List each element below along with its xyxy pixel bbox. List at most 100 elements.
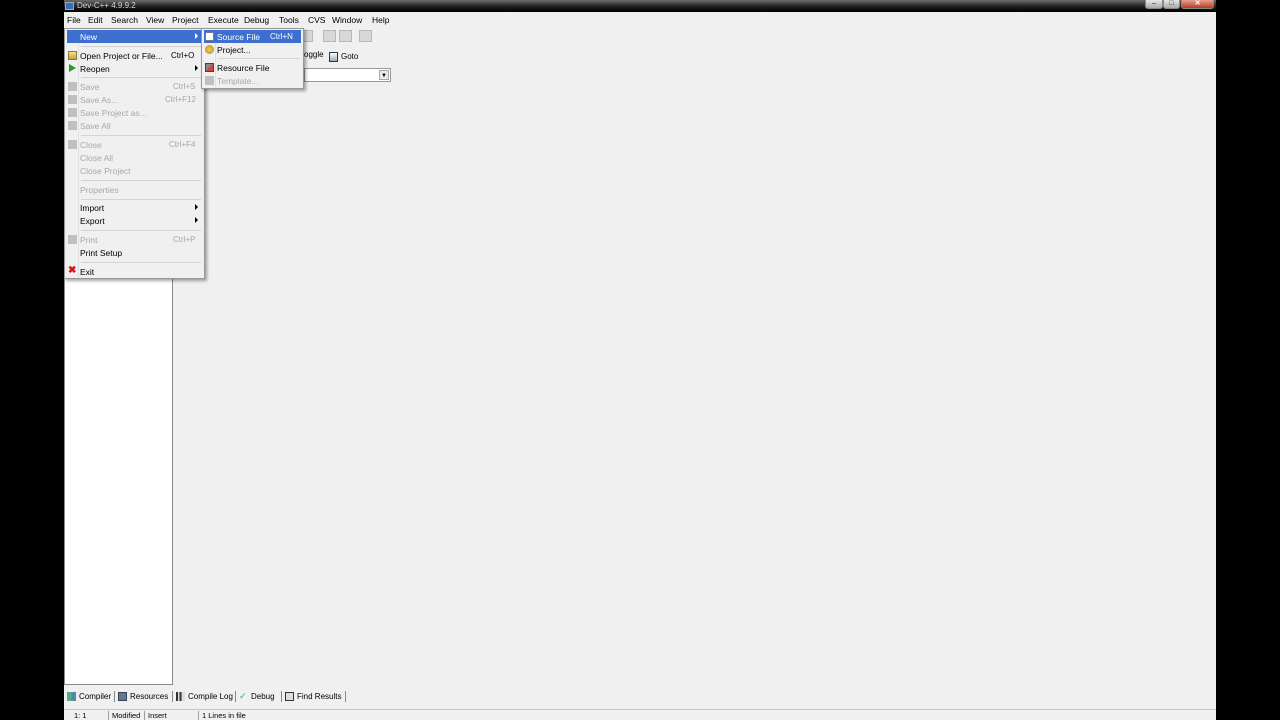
menu-item-print-setup[interactable]: Print Setup <box>67 246 202 259</box>
tab-divider <box>235 691 236 702</box>
menu-debug[interactable]: Debug <box>244 15 269 25</box>
close-button[interactable]: ✕ <box>1181 0 1214 9</box>
menu-search[interactable]: Search <box>111 15 138 25</box>
open-folder-icon <box>68 51 77 60</box>
new-submenu: Source File Ctrl+N Project... Resource F… <box>201 28 304 89</box>
menu-item-close-project[interactable]: Close Project <box>67 164 202 177</box>
menu-item-shortcut: Ctrl+F12 <box>165 95 196 104</box>
menu-edit[interactable]: Edit <box>88 15 103 25</box>
tab-find-results[interactable]: Find Results <box>285 690 341 702</box>
menu-item-shortcut: Ctrl+F4 <box>169 140 196 149</box>
menu-item-save[interactable]: Save Ctrl+S <box>67 80 202 93</box>
menu-separator <box>81 46 201 47</box>
menu-tools[interactable]: Tools <box>279 15 299 25</box>
menu-item-print[interactable]: Print Ctrl+P <box>67 233 202 246</box>
tab-debug[interactable]: ✓ Debug <box>239 690 275 702</box>
tab-compile-log-label: Compile Log <box>188 691 233 701</box>
menu-item-label: Print Setup <box>80 248 123 258</box>
menu-item-label: Save Project as... <box>80 108 147 118</box>
menu-item-template[interactable]: Template... <box>204 74 301 87</box>
menu-item-label: Close All <box>80 153 114 163</box>
save-icon <box>68 82 77 91</box>
print-icon <box>68 235 77 244</box>
menu-item-label: Export <box>80 216 105 226</box>
minimize-button[interactable]: ‒ <box>1145 0 1163 9</box>
menu-item-save-all[interactable]: Save All <box>67 119 202 132</box>
reopen-arrow-icon <box>69 64 76 72</box>
tab-compile-log[interactable]: Compile Log <box>176 690 233 702</box>
menu-item-label: Import <box>80 203 105 213</box>
menu-separator <box>81 77 201 78</box>
chevron-down-icon[interactable]: ▼ <box>379 70 389 80</box>
tab-debug-label: Debug <box>251 691 275 701</box>
save-project-icon <box>68 108 77 117</box>
menu-item-source-file[interactable]: Source File Ctrl+N <box>204 30 301 43</box>
menu-project[interactable]: Project <box>172 15 198 25</box>
app-icon <box>65 2 74 10</box>
menu-item-label: Save All <box>80 121 111 131</box>
menu-separator <box>218 58 300 59</box>
menu-item-close[interactable]: Close Ctrl+F4 <box>67 138 202 151</box>
menu-item-reopen[interactable]: Reopen <box>67 62 202 75</box>
tab-compiler-label: Compiler <box>79 691 112 701</box>
grid-icon <box>67 691 76 701</box>
menu-item-export[interactable]: Export <box>67 214 202 227</box>
menu-help[interactable]: Help <box>372 15 389 25</box>
status-divider <box>108 711 109 720</box>
menu-item-properties[interactable]: Properties <box>67 183 202 196</box>
close-file-icon <box>68 140 77 149</box>
bookmark-icon[interactable] <box>359 30 372 42</box>
title-bar[interactable]: Dev-C++ 4.9.9.2 ‒ □ ✕ <box>64 0 1216 12</box>
menu-separator <box>81 262 201 263</box>
menu-item-new[interactable]: New <box>67 30 202 43</box>
line-count: 1 Lines in file <box>202 711 246 720</box>
menu-item-shortcut: Ctrl+N <box>270 32 293 41</box>
submenu-arrow-icon <box>195 204 198 210</box>
menu-item-save-project-as[interactable]: Save Project as... <box>67 106 202 119</box>
tab-divider <box>114 691 115 702</box>
menu-item-resource-file[interactable]: Resource File <box>204 61 301 74</box>
menu-view[interactable]: View <box>146 15 164 25</box>
modified-status: Modified <box>112 711 141 720</box>
tab-divider <box>172 691 173 702</box>
menu-separator <box>81 135 201 136</box>
resources-icon <box>118 691 127 701</box>
forward-arrow-icon[interactable] <box>339 30 352 42</box>
menu-item-save-as[interactable]: Save As... Ctrl+F12 <box>67 93 202 106</box>
app-window: Dev-C++ 4.9.9.2 ‒ □ ✕ File Edit Search V… <box>64 0 1216 720</box>
menu-item-open[interactable]: Open Project or File... Ctrl+O <box>67 49 202 62</box>
menu-item-label: Reopen <box>80 64 110 74</box>
menu-item-label: Template... <box>217 76 259 86</box>
goto-button[interactable]: Goto <box>329 50 358 63</box>
menu-item-label: New <box>80 32 98 42</box>
menu-execute[interactable]: Execute <box>208 15 239 25</box>
menu-item-shortcut: Ctrl+P <box>173 235 196 244</box>
menu-file[interactable]: File <box>67 15 81 25</box>
menu-item-project[interactable]: Project... <box>204 43 301 56</box>
tab-divider <box>345 691 346 702</box>
submenu-arrow-icon <box>195 33 198 39</box>
menu-item-label: Close <box>80 140 102 150</box>
menu-cvs[interactable]: CVS <box>308 15 325 25</box>
menu-item-import[interactable]: Import <box>67 201 202 214</box>
menu-window[interactable]: Window <box>332 15 362 25</box>
tab-divider <box>281 691 282 702</box>
goto-label: Goto <box>341 52 359 61</box>
toggle-bookmark-button[interactable]: oggle <box>304 50 324 63</box>
goto-icon <box>329 51 338 62</box>
status-divider <box>198 711 199 720</box>
menu-item-close-all[interactable]: Close All <box>67 151 202 164</box>
back-arrow-icon[interactable] <box>323 30 336 42</box>
menu-item-label: Resource File <box>217 63 270 73</box>
menu-item-label: Print <box>80 235 98 245</box>
class-combo[interactable]: ▼ <box>304 68 391 82</box>
maximize-button[interactable]: □ <box>1163 0 1180 9</box>
check-icon: ✓ <box>239 690 247 701</box>
menu-item-shortcut: Ctrl+S <box>173 82 196 91</box>
tab-resources[interactable]: Resources <box>118 690 168 702</box>
menu-item-exit[interactable]: ✖ Exit <box>67 265 202 278</box>
tab-resources-label: Resources <box>130 691 169 701</box>
menu-separator <box>81 199 201 200</box>
menu-item-label: Project... <box>217 45 251 55</box>
tab-compiler[interactable]: Compiler <box>67 690 111 702</box>
